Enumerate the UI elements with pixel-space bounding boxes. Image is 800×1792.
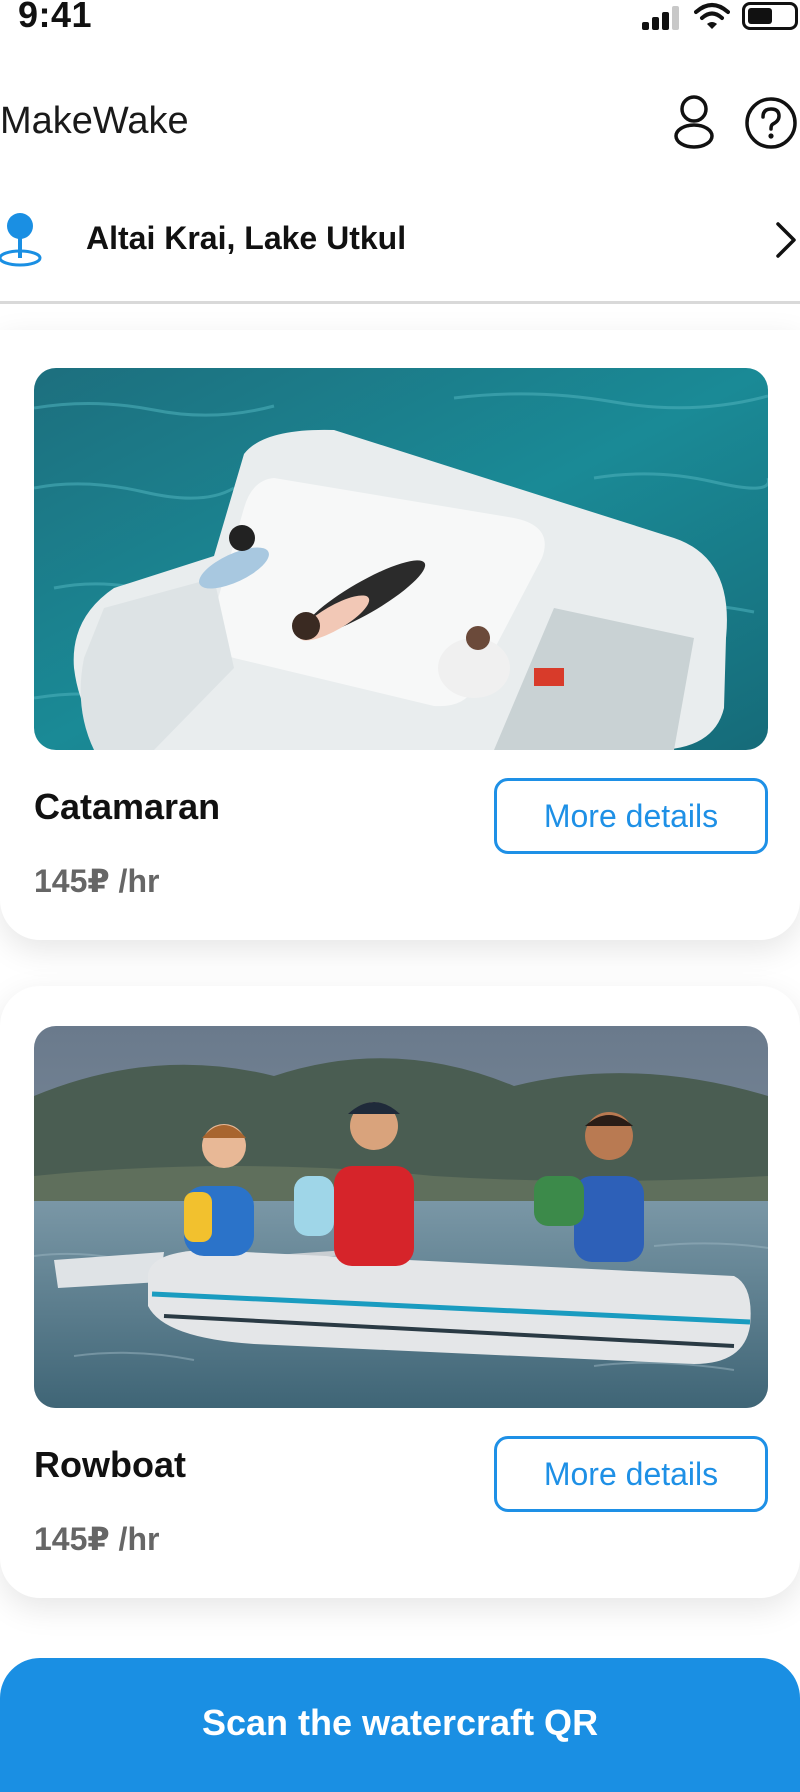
- watercraft-price: 145₽ /hr: [34, 1521, 160, 1557]
- watercraft-price: 145₽ /hr: [34, 863, 160, 899]
- scan-qr-button[interactable]: Scan the watercraft QR: [0, 1658, 800, 1792]
- location-selector[interactable]: Altai Krai, Lake Utkul: [0, 200, 800, 304]
- catamaran-image: [34, 368, 768, 750]
- location-label: Altai Krai, Lake Utkul: [86, 220, 407, 256]
- status-bar: 9:41: [0, 0, 800, 40]
- app-title: MakeWake: [0, 100, 189, 142]
- rowboat-image: [34, 1026, 768, 1408]
- app-header: MakeWake: [0, 86, 800, 156]
- watercraft-card-rowboat: Rowboat 145₽ /hr More details: [0, 986, 800, 1598]
- signal-icon: [642, 6, 682, 30]
- status-time: 9:41: [18, 0, 93, 35]
- battery-icon: [742, 2, 798, 30]
- more-details-button[interactable]: More details: [494, 778, 768, 854]
- location-pin-icon: [0, 213, 42, 267]
- watercraft-name: Rowboat: [34, 1444, 186, 1485]
- more-details-button[interactable]: More details: [494, 1436, 768, 1512]
- watercraft-name: Catamaran: [34, 786, 221, 827]
- wifi-icon: [694, 3, 730, 29]
- user-icon[interactable]: [672, 94, 716, 150]
- help-icon[interactable]: [744, 96, 798, 150]
- watercraft-card-catamaran: Catamaran 145₽ /hr More details: [0, 330, 800, 940]
- chevron-right-icon: [776, 222, 796, 258]
